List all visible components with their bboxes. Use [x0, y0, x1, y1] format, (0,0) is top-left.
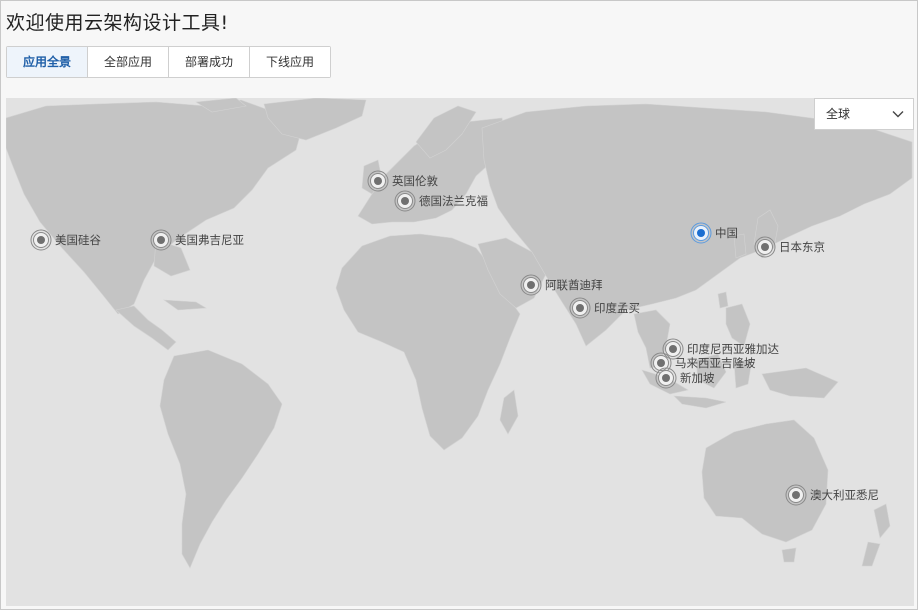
location-label: 中国: [715, 226, 738, 240]
page-title: 欢迎使用云架构设计工具!: [6, 12, 229, 34]
location-pin-icon: [520, 274, 542, 296]
region-select-value: 全球: [826, 107, 851, 121]
location-pin-icon: [569, 297, 591, 319]
chevron-down-icon: [892, 111, 904, 118]
location-label: 美国硅谷: [55, 233, 101, 247]
location-label: 日本东京: [779, 240, 825, 254]
location-label: 马来西亚吉隆坡: [675, 356, 756, 370]
tab-offline[interactable]: 下线应用: [250, 47, 331, 77]
location-pin-icon: [150, 229, 172, 251]
location-label: 德国法兰克福: [419, 194, 488, 208]
location-label: 印度孟买: [594, 301, 640, 315]
location-label: 英国伦敦: [392, 174, 438, 188]
tab-deployed[interactable]: 部署成功: [169, 47, 251, 77]
location-pin-icon: [785, 484, 807, 506]
tab-overview[interactable]: 应用全景: [7, 47, 89, 77]
world-map: 全球 美国硅谷 美国弗吉尼亚 英国伦敦 德国法兰克福 中国 日本东京 阿联酋迪拜…: [6, 98, 914, 606]
app-window: 欢迎使用云架构设计工具! 应用全景 全部应用 部署成功 下线应用 全球 美国硅谷…: [0, 0, 918, 610]
location-label: 美国弗吉尼亚: [175, 233, 244, 247]
tab-bar: 应用全景 全部应用 部署成功 下线应用: [6, 46, 332, 78]
location-pin-icon: [690, 222, 712, 244]
region-select[interactable]: 全球: [814, 98, 914, 130]
tab-all-apps[interactable]: 全部应用: [88, 47, 170, 77]
location-pin-icon: [367, 170, 389, 192]
location-pin-icon: [30, 229, 52, 251]
location-pin-icon: [754, 236, 776, 258]
location-label: 澳大利亚悉尼: [810, 488, 879, 502]
location-pin-icon: [394, 190, 416, 212]
location-label: 新加坡: [680, 371, 715, 385]
location-pin-icon: [655, 367, 677, 389]
location-label: 阿联酋迪拜: [545, 278, 603, 292]
